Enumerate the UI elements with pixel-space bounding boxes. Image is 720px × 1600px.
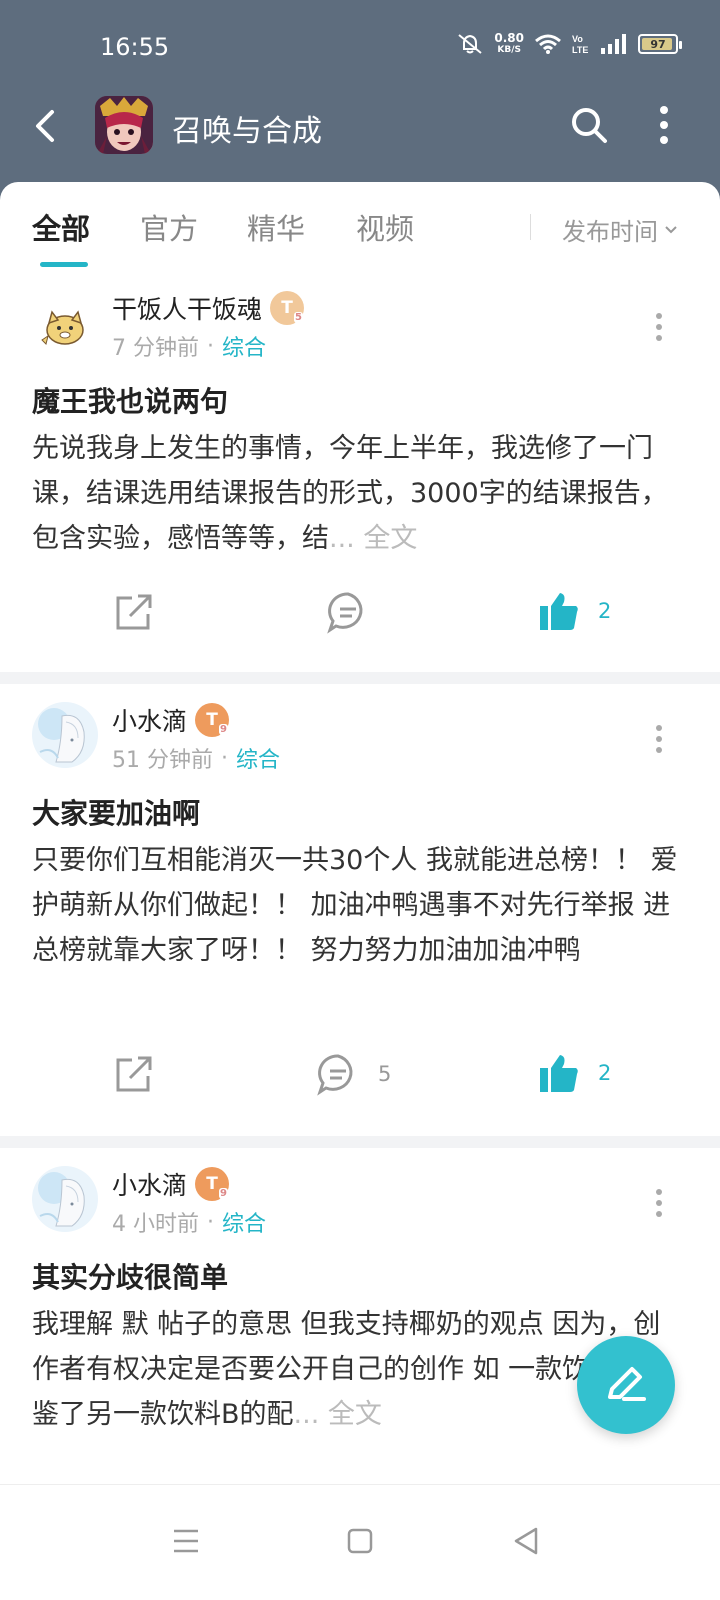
like-icon	[540, 593, 578, 630]
more-icon[interactable]	[652, 312, 666, 342]
post-meta: 4 小时前 · 综合	[112, 1206, 266, 1238]
post-card[interactable]: 小水滴 T9 51 分钟前 · 综合 大家要加油啊 只要你们互相能消灭一共30个…	[0, 684, 720, 1136]
status-bar: 16:55 0.80 KB/S Vo LTE 97	[0, 0, 720, 92]
level-badge: T5	[270, 291, 305, 325]
share-icon	[116, 594, 152, 630]
header: 16:55 0.80 KB/S Vo LTE 97 召唤与合成	[0, 0, 720, 200]
category-tag[interactable]: 综合	[222, 330, 266, 362]
dot-separator: ·	[207, 1209, 214, 1235]
divider	[0, 1136, 720, 1148]
tab-indicator	[40, 262, 88, 267]
compose-button[interactable]	[577, 1336, 675, 1434]
post-actions: 5 2	[0, 1052, 720, 1112]
post-time: 4 小时前	[112, 1212, 199, 1237]
author-name[interactable]: 小水滴 T9	[112, 702, 230, 738]
net-speed: 0.80 KB/S	[494, 31, 524, 55]
author-name[interactable]: 小水滴 T9	[112, 1166, 230, 1202]
share-button[interactable]	[112, 590, 156, 634]
read-more-link[interactable]: ... 全文	[294, 1399, 382, 1430]
post-time: 7 分钟前	[112, 336, 199, 361]
tab-video[interactable]: 视频	[356, 206, 414, 248]
system-nav-bar	[0, 1484, 720, 1600]
like-count: 2	[598, 599, 612, 623]
search-icon[interactable]	[568, 104, 610, 146]
share-icon	[116, 1056, 152, 1092]
divider	[530, 214, 531, 240]
back-triangle-icon[interactable]	[506, 1521, 546, 1561]
tab-bar: 全部 官方 精华 视频 发布时间	[0, 182, 720, 272]
post-time: 51 分钟前	[112, 748, 213, 773]
level-badge: T9	[195, 703, 230, 737]
mute-icon	[458, 34, 483, 54]
post-actions: 2	[0, 590, 720, 650]
more-icon[interactable]	[652, 724, 666, 754]
svg-text:Vo: Vo	[572, 34, 583, 44]
post-body[interactable]: 只要你们互相能消灭一共30个人 我就能进总榜！！ 爱护萌新从你们做起！！ 加油冲…	[32, 838, 682, 973]
dot-separator: ·	[207, 333, 214, 359]
post-body[interactable]: 先说我身上发生的事情，今年上半年，我选修了一门课，结课选用结课报告的形式，300…	[32, 426, 682, 561]
dot-separator: ·	[221, 745, 228, 771]
comment-count: 5	[378, 1062, 392, 1086]
status-icons: 0.80 KB/S Vo LTE 97	[456, 31, 682, 56]
like-button[interactable]: 2	[538, 1052, 611, 1094]
read-more-link[interactable]: ... 全文	[329, 523, 417, 554]
feed-card: 全部 官方 精华 视频 发布时间 干饭人干饭魂 T 5 7 分钟前 · 综合 魔…	[0, 182, 720, 1514]
share-button[interactable]	[112, 1052, 156, 1096]
app-bar: 召唤与合成	[0, 92, 720, 162]
comment-button[interactable]	[326, 590, 388, 634]
wifi-icon	[535, 34, 561, 54]
tab-all[interactable]: 全部	[32, 206, 90, 248]
author-name[interactable]: 干饭人干饭魂 T5	[112, 290, 305, 326]
edit-icon	[608, 1367, 646, 1401]
more-icon[interactable]	[652, 102, 676, 148]
comment-icon	[317, 1054, 353, 1096]
like-count: 2	[598, 1061, 612, 1085]
post-title[interactable]: 其实分歧很简单	[32, 1256, 228, 1296]
back-icon[interactable]	[28, 106, 64, 146]
post-card[interactable]: 干饭人干饭魂 T5 7 分钟前 · 综合 魔王我也说两句 先说我身上发生的事情，…	[0, 272, 720, 672]
chevron-down-icon	[665, 225, 677, 233]
category-tag[interactable]: 综合	[222, 1206, 266, 1238]
post-title[interactable]: 大家要加油啊	[32, 792, 200, 832]
home-icon[interactable]	[340, 1521, 380, 1561]
avatar[interactable]	[32, 1166, 98, 1232]
more-icon[interactable]	[652, 1188, 666, 1218]
divider	[0, 672, 720, 684]
avatar[interactable]	[32, 702, 98, 768]
post-title[interactable]: 魔王我也说两句	[32, 380, 228, 420]
menu-icon[interactable]	[166, 1521, 206, 1561]
like-button[interactable]: 2	[538, 590, 611, 632]
game-avatar[interactable]	[95, 96, 153, 154]
tab-featured[interactable]: 精华	[247, 206, 305, 248]
avatar[interactable]	[32, 290, 98, 356]
battery-icon: 97	[638, 34, 682, 54]
level-badge: T9	[195, 1167, 230, 1201]
status-time: 16:55	[100, 33, 170, 61]
category-tag[interactable]: 综合	[236, 742, 280, 774]
signal-icon	[601, 34, 626, 54]
comment-icon	[327, 592, 363, 634]
tab-official[interactable]: 官方	[140, 206, 198, 248]
svg-text:LTE: LTE	[572, 45, 588, 55]
volte-icon: Vo LTE	[572, 34, 588, 55]
comment-button[interactable]: 5	[316, 1052, 391, 1096]
post-card[interactable]: 小水滴 T9 4 小时前 · 综合 其实分歧很简单 我理解 默 帖子的意思 但我…	[0, 1148, 720, 1514]
post-meta: 51 分钟前 · 综合	[112, 742, 280, 774]
like-icon	[540, 1055, 578, 1092]
post-meta: 7 分钟前 · 综合	[112, 330, 266, 362]
sort-dropdown[interactable]: 发布时间	[562, 212, 678, 247]
sort-label: 发布时间	[562, 218, 658, 246]
page-title: 召唤与合成	[172, 114, 322, 149]
